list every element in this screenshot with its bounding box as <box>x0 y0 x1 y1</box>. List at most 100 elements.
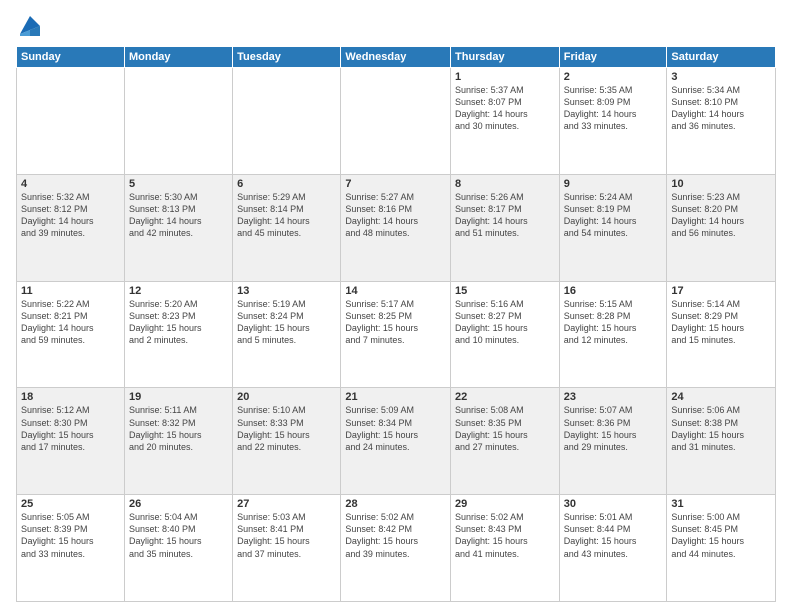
calendar-day-25: 25Sunrise: 5:05 AM Sunset: 8:39 PM Dayli… <box>17 495 125 602</box>
calendar-day-2: 2Sunrise: 5:35 AM Sunset: 8:09 PM Daylig… <box>559 68 667 175</box>
day-info: Sunrise: 5:02 AM Sunset: 8:42 PM Dayligh… <box>345 511 446 560</box>
day-info: Sunrise: 5:35 AM Sunset: 8:09 PM Dayligh… <box>564 84 663 133</box>
day-number: 21 <box>345 391 446 403</box>
calendar-day-13: 13Sunrise: 5:19 AM Sunset: 8:24 PM Dayli… <box>233 281 341 388</box>
calendar-day-3: 3Sunrise: 5:34 AM Sunset: 8:10 PM Daylig… <box>667 68 776 175</box>
day-number: 17 <box>671 285 771 297</box>
calendar-week-row: 18Sunrise: 5:12 AM Sunset: 8:30 PM Dayli… <box>17 388 776 495</box>
calendar-empty <box>124 68 232 175</box>
day-info: Sunrise: 5:29 AM Sunset: 8:14 PM Dayligh… <box>237 191 336 240</box>
day-info: Sunrise: 5:06 AM Sunset: 8:38 PM Dayligh… <box>671 404 771 453</box>
calendar-day-14: 14Sunrise: 5:17 AM Sunset: 8:25 PM Dayli… <box>341 281 451 388</box>
day-number: 15 <box>455 285 555 297</box>
calendar-empty <box>17 68 125 175</box>
day-number: 5 <box>129 178 228 190</box>
calendar-header-friday: Friday <box>559 47 667 68</box>
day-info: Sunrise: 5:07 AM Sunset: 8:36 PM Dayligh… <box>564 404 663 453</box>
calendar-empty <box>233 68 341 175</box>
day-info: Sunrise: 5:27 AM Sunset: 8:16 PM Dayligh… <box>345 191 446 240</box>
calendar-week-row: 25Sunrise: 5:05 AM Sunset: 8:39 PM Dayli… <box>17 495 776 602</box>
day-number: 2 <box>564 71 663 83</box>
day-number: 20 <box>237 391 336 403</box>
day-info: Sunrise: 5:26 AM Sunset: 8:17 PM Dayligh… <box>455 191 555 240</box>
day-number: 24 <box>671 391 771 403</box>
calendar-day-24: 24Sunrise: 5:06 AM Sunset: 8:38 PM Dayli… <box>667 388 776 495</box>
day-number: 1 <box>455 71 555 83</box>
calendar-day-20: 20Sunrise: 5:10 AM Sunset: 8:33 PM Dayli… <box>233 388 341 495</box>
day-info: Sunrise: 5:24 AM Sunset: 8:19 PM Dayligh… <box>564 191 663 240</box>
calendar-day-27: 27Sunrise: 5:03 AM Sunset: 8:41 PM Dayli… <box>233 495 341 602</box>
day-info: Sunrise: 5:22 AM Sunset: 8:21 PM Dayligh… <box>21 298 120 347</box>
calendar-header-sunday: Sunday <box>17 47 125 68</box>
calendar-day-17: 17Sunrise: 5:14 AM Sunset: 8:29 PM Dayli… <box>667 281 776 388</box>
day-number: 27 <box>237 498 336 510</box>
day-info: Sunrise: 5:04 AM Sunset: 8:40 PM Dayligh… <box>129 511 228 560</box>
calendar-day-6: 6Sunrise: 5:29 AM Sunset: 8:14 PM Daylig… <box>233 174 341 281</box>
day-number: 31 <box>671 498 771 510</box>
day-info: Sunrise: 5:37 AM Sunset: 8:07 PM Dayligh… <box>455 84 555 133</box>
calendar-day-8: 8Sunrise: 5:26 AM Sunset: 8:17 PM Daylig… <box>451 174 560 281</box>
day-info: Sunrise: 5:08 AM Sunset: 8:35 PM Dayligh… <box>455 404 555 453</box>
day-info: Sunrise: 5:02 AM Sunset: 8:43 PM Dayligh… <box>455 511 555 560</box>
calendar-day-31: 31Sunrise: 5:00 AM Sunset: 8:45 PM Dayli… <box>667 495 776 602</box>
day-info: Sunrise: 5:15 AM Sunset: 8:28 PM Dayligh… <box>564 298 663 347</box>
calendar-header-thursday: Thursday <box>451 47 560 68</box>
day-info: Sunrise: 5:12 AM Sunset: 8:30 PM Dayligh… <box>21 404 120 453</box>
day-info: Sunrise: 5:30 AM Sunset: 8:13 PM Dayligh… <box>129 191 228 240</box>
day-number: 12 <box>129 285 228 297</box>
calendar-day-28: 28Sunrise: 5:02 AM Sunset: 8:42 PM Dayli… <box>341 495 451 602</box>
calendar-day-22: 22Sunrise: 5:08 AM Sunset: 8:35 PM Dayli… <box>451 388 560 495</box>
day-number: 9 <box>564 178 663 190</box>
day-number: 6 <box>237 178 336 190</box>
logo <box>16 12 48 40</box>
day-number: 29 <box>455 498 555 510</box>
calendar-day-30: 30Sunrise: 5:01 AM Sunset: 8:44 PM Dayli… <box>559 495 667 602</box>
day-info: Sunrise: 5:34 AM Sunset: 8:10 PM Dayligh… <box>671 84 771 133</box>
calendar-day-5: 5Sunrise: 5:30 AM Sunset: 8:13 PM Daylig… <box>124 174 232 281</box>
day-number: 19 <box>129 391 228 403</box>
calendar-day-11: 11Sunrise: 5:22 AM Sunset: 8:21 PM Dayli… <box>17 281 125 388</box>
day-number: 28 <box>345 498 446 510</box>
calendar-day-19: 19Sunrise: 5:11 AM Sunset: 8:32 PM Dayli… <box>124 388 232 495</box>
calendar-week-row: 4Sunrise: 5:32 AM Sunset: 8:12 PM Daylig… <box>17 174 776 281</box>
day-number: 3 <box>671 71 771 83</box>
calendar-empty <box>341 68 451 175</box>
day-info: Sunrise: 5:01 AM Sunset: 8:44 PM Dayligh… <box>564 511 663 560</box>
calendar-day-29: 29Sunrise: 5:02 AM Sunset: 8:43 PM Dayli… <box>451 495 560 602</box>
calendar-day-1: 1Sunrise: 5:37 AM Sunset: 8:07 PM Daylig… <box>451 68 560 175</box>
calendar-day-10: 10Sunrise: 5:23 AM Sunset: 8:20 PM Dayli… <box>667 174 776 281</box>
day-info: Sunrise: 5:20 AM Sunset: 8:23 PM Dayligh… <box>129 298 228 347</box>
calendar-day-21: 21Sunrise: 5:09 AM Sunset: 8:34 PM Dayli… <box>341 388 451 495</box>
day-info: Sunrise: 5:32 AM Sunset: 8:12 PM Dayligh… <box>21 191 120 240</box>
calendar-day-7: 7Sunrise: 5:27 AM Sunset: 8:16 PM Daylig… <box>341 174 451 281</box>
day-number: 13 <box>237 285 336 297</box>
day-number: 14 <box>345 285 446 297</box>
day-info: Sunrise: 5:11 AM Sunset: 8:32 PM Dayligh… <box>129 404 228 453</box>
page: SundayMondayTuesdayWednesdayThursdayFrid… <box>0 0 792 612</box>
logo-icon <box>16 12 44 40</box>
header <box>16 12 776 40</box>
calendar-day-26: 26Sunrise: 5:04 AM Sunset: 8:40 PM Dayli… <box>124 495 232 602</box>
day-info: Sunrise: 5:03 AM Sunset: 8:41 PM Dayligh… <box>237 511 336 560</box>
calendar-header-monday: Monday <box>124 47 232 68</box>
day-number: 26 <box>129 498 228 510</box>
day-number: 8 <box>455 178 555 190</box>
day-info: Sunrise: 5:00 AM Sunset: 8:45 PM Dayligh… <box>671 511 771 560</box>
day-info: Sunrise: 5:10 AM Sunset: 8:33 PM Dayligh… <box>237 404 336 453</box>
day-number: 23 <box>564 391 663 403</box>
day-info: Sunrise: 5:16 AM Sunset: 8:27 PM Dayligh… <box>455 298 555 347</box>
day-number: 4 <box>21 178 120 190</box>
calendar-week-row: 11Sunrise: 5:22 AM Sunset: 8:21 PM Dayli… <box>17 281 776 388</box>
calendar-day-16: 16Sunrise: 5:15 AM Sunset: 8:28 PM Dayli… <box>559 281 667 388</box>
day-info: Sunrise: 5:05 AM Sunset: 8:39 PM Dayligh… <box>21 511 120 560</box>
calendar-day-15: 15Sunrise: 5:16 AM Sunset: 8:27 PM Dayli… <box>451 281 560 388</box>
calendar-day-18: 18Sunrise: 5:12 AM Sunset: 8:30 PM Dayli… <box>17 388 125 495</box>
day-number: 10 <box>671 178 771 190</box>
day-number: 30 <box>564 498 663 510</box>
day-number: 22 <box>455 391 555 403</box>
day-info: Sunrise: 5:23 AM Sunset: 8:20 PM Dayligh… <box>671 191 771 240</box>
day-info: Sunrise: 5:14 AM Sunset: 8:29 PM Dayligh… <box>671 298 771 347</box>
calendar-day-12: 12Sunrise: 5:20 AM Sunset: 8:23 PM Dayli… <box>124 281 232 388</box>
calendar-week-row: 1Sunrise: 5:37 AM Sunset: 8:07 PM Daylig… <box>17 68 776 175</box>
calendar-header-row: SundayMondayTuesdayWednesdayThursdayFrid… <box>17 47 776 68</box>
